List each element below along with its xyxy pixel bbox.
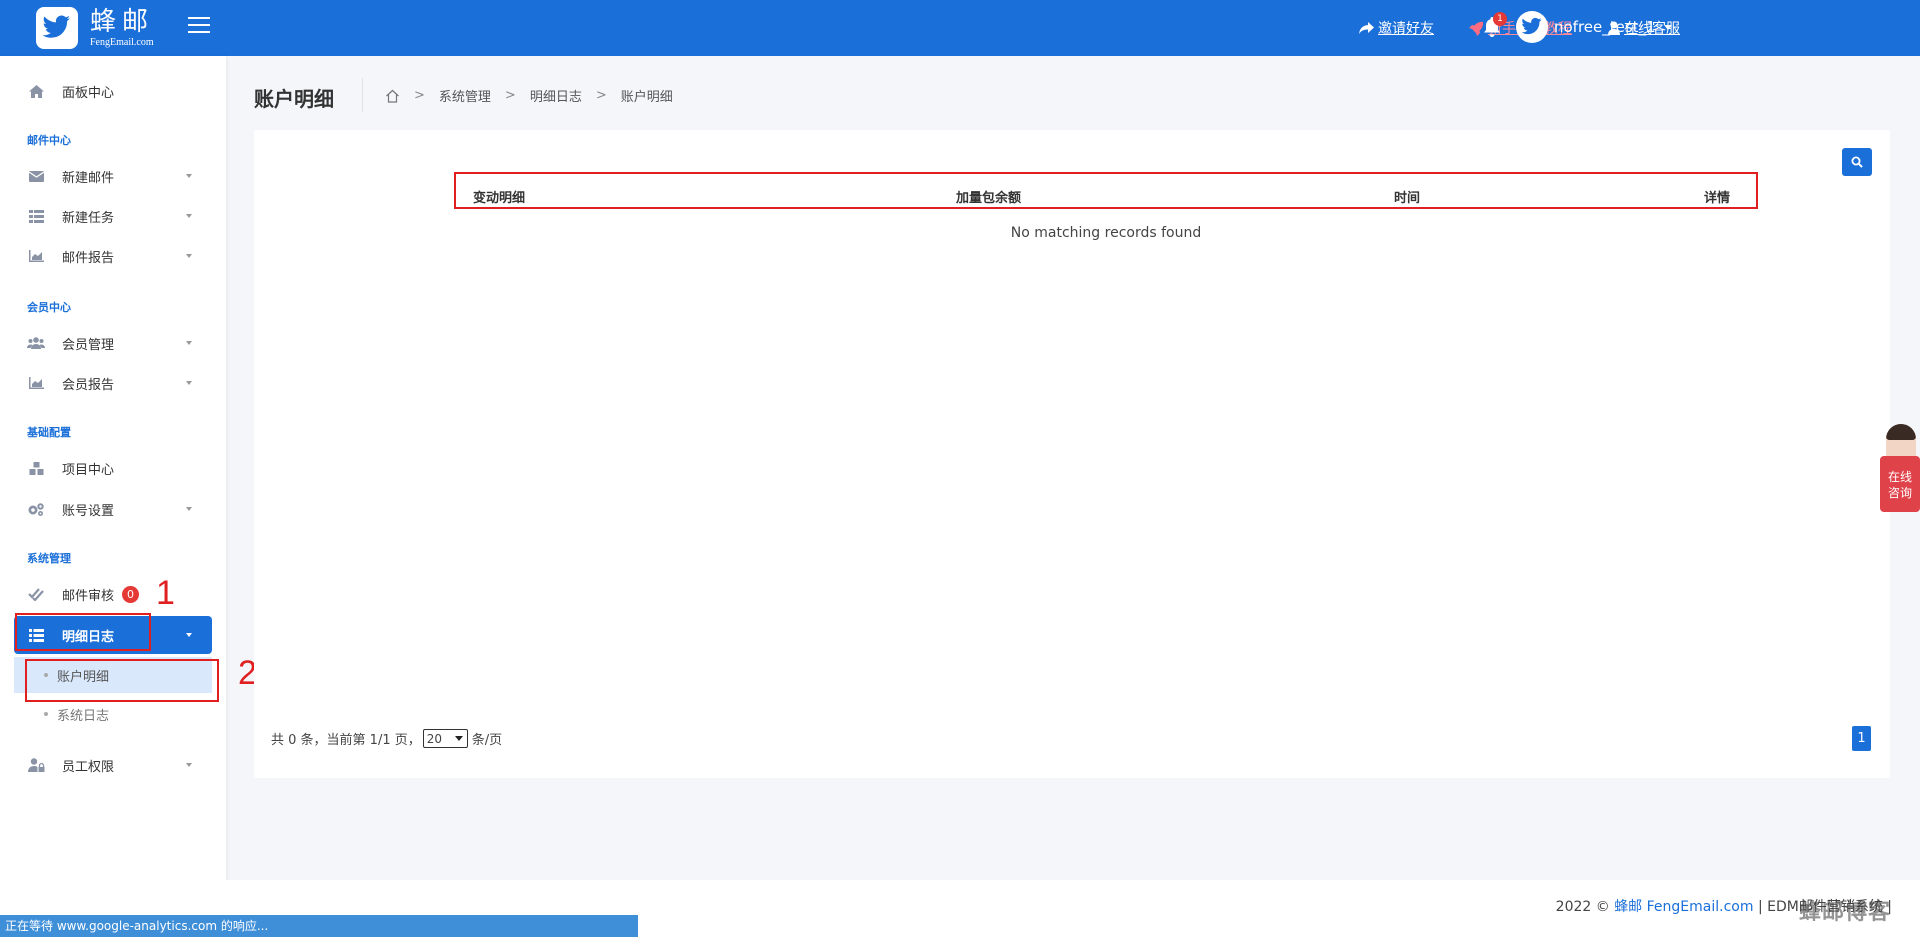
caret-down-icon xyxy=(186,214,192,218)
double-check-icon xyxy=(26,587,46,601)
caret-down-icon xyxy=(186,381,192,385)
pagination-info: 共 0 条，当前第 1/1 页， 20 条/页 xyxy=(271,729,502,748)
sidebar-item-account-settings[interactable]: 账号设置 xyxy=(14,490,212,528)
column-header[interactable]: 变动明细 xyxy=(473,187,525,206)
brand-name-en: FengEmail.com xyxy=(90,36,154,48)
user-menu[interactable]: nofree_test_1 xyxy=(1516,11,1672,43)
annotation-number-1: 1 xyxy=(156,574,175,612)
browser-status-bar: 正在等待 www.google-analytics.com 的响应... xyxy=(0,915,638,937)
caret-down-icon xyxy=(186,341,192,345)
cubes-icon xyxy=(26,461,46,475)
pagination-summary: 共 0 条，当前第 1/1 页， xyxy=(271,733,421,748)
chevron-down-icon xyxy=(1663,24,1672,30)
brand-name-cn: 蜂邮 xyxy=(90,6,155,37)
sidebar-item-mail-review[interactable]: 邮件审核 0 xyxy=(14,575,212,613)
bird-logo-icon[interactable] xyxy=(36,7,78,49)
home-icon xyxy=(26,84,46,98)
page-title: 账户明细 xyxy=(254,87,334,111)
column-header[interactable]: 加量包余额 xyxy=(956,187,1021,206)
brand-header: 蜂邮 FengEmail.com xyxy=(0,0,226,56)
footer-brand-link[interactable]: 蜂邮 FengEmail.com xyxy=(1614,899,1753,915)
sidebar-item-mail-report[interactable]: 邮件报告 xyxy=(14,237,212,275)
username: nofree_test_1 xyxy=(1554,18,1656,36)
caret-down-icon xyxy=(186,633,192,637)
header-divider xyxy=(362,78,363,112)
home-icon[interactable] xyxy=(385,89,400,103)
sidebar-item-member-report[interactable]: 会员报告 xyxy=(14,364,212,402)
caret-down-icon xyxy=(186,254,192,258)
breadcrumb: > 系统管理 > 明细日志 > 账户明细 xyxy=(385,86,673,105)
section-title-config: 基础配置 xyxy=(27,426,71,439)
chevron-down-icon xyxy=(454,736,463,741)
area-chart-icon xyxy=(26,250,46,262)
chevron-right-icon: > xyxy=(414,88,425,103)
column-header[interactable]: 详情 xyxy=(1704,187,1730,206)
chevron-right-icon: > xyxy=(504,88,516,103)
sidebar-item-new-task[interactable]: 新建任务 xyxy=(14,197,212,235)
chat-label-line2: 咨询 xyxy=(1887,486,1912,500)
page-number-button[interactable]: 1 xyxy=(1852,726,1871,751)
menu-toggle-icon[interactable] xyxy=(188,17,210,35)
breadcrumb-item[interactable]: 明细日志 xyxy=(530,86,582,105)
table-header: 变动明细 加量包余额 时间 详情 xyxy=(454,172,1758,209)
section-title-member: 会员中心 xyxy=(27,301,71,314)
share-icon xyxy=(1359,21,1374,34)
section-title-mail: 邮件中心 xyxy=(27,134,71,147)
avatar xyxy=(1516,11,1548,43)
footer-copyright: 2022 © xyxy=(1555,899,1615,915)
chevron-right-icon: > xyxy=(595,88,607,103)
page-size-select[interactable]: 20 xyxy=(422,729,468,748)
annotation-box-1 xyxy=(15,613,151,651)
users-icon xyxy=(26,337,46,349)
sidebar: 面板中心 邮件中心 新建邮件 新建任务 邮件报告 会员中心 会员管理 会员报告 … xyxy=(0,56,226,937)
sidebar-item-dashboard[interactable]: 面板中心 xyxy=(14,72,212,110)
table-icon xyxy=(26,209,46,223)
empty-table-message: No matching records found xyxy=(1010,225,1202,241)
notification-badge: 1 xyxy=(1493,12,1507,26)
sidebar-item-staff-permission[interactable]: 员工权限 xyxy=(14,746,212,784)
section-title-system: 系统管理 xyxy=(27,552,71,565)
caret-down-icon xyxy=(186,763,192,767)
search-button[interactable] xyxy=(1842,148,1872,176)
caret-down-icon xyxy=(186,507,192,511)
sidebar-item-project-center[interactable]: 项目中心 xyxy=(14,449,212,487)
caret-down-icon xyxy=(186,174,192,178)
breadcrumb-current: 账户明细 xyxy=(620,90,673,105)
per-page-label: 条/页 xyxy=(471,733,503,748)
online-consult-widget[interactable]: 在线 咨询 xyxy=(1880,424,1920,512)
watermark: 蜂邮博客 xyxy=(1799,900,1892,925)
sidebar-item-member-manage[interactable]: 会员管理 xyxy=(14,324,212,362)
user-lock-icon xyxy=(26,758,46,772)
sidebar-item-new-mail[interactable]: 新建邮件 xyxy=(14,157,212,195)
area-chart-icon xyxy=(26,377,46,389)
annotation-box-2 xyxy=(25,659,219,702)
column-header[interactable]: 时间 xyxy=(1394,187,1420,206)
envelope-icon xyxy=(26,170,46,182)
invite-friends-link[interactable]: 邀请好友 xyxy=(1359,18,1434,38)
review-count-badge: 0 xyxy=(122,585,140,603)
breadcrumb-item[interactable]: 系统管理 xyxy=(439,86,491,105)
search-icon xyxy=(1851,156,1863,168)
chat-label-line1: 在线 xyxy=(1887,470,1912,484)
agent-avatar xyxy=(1886,424,1916,460)
gears-icon xyxy=(26,502,46,517)
